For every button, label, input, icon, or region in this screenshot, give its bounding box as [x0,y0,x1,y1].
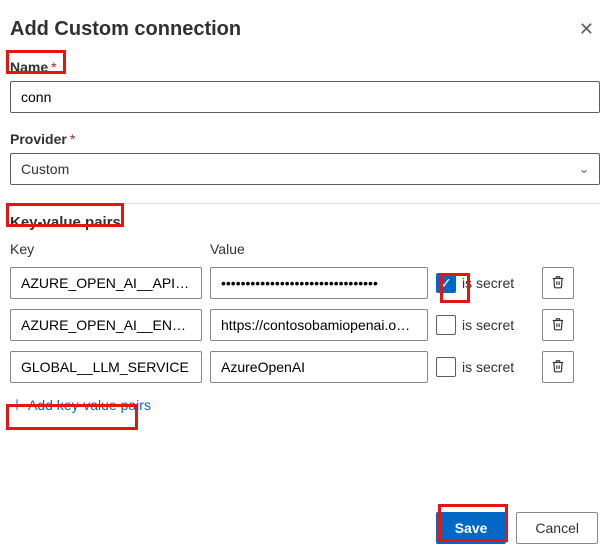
name-field-section: Name* [10,59,600,113]
close-button[interactable]: ✕ [573,18,600,40]
kv-value-input[interactable] [210,309,428,341]
trash-icon [551,275,565,292]
required-star-icon: * [70,131,75,147]
save-button[interactable]: Save [436,512,507,544]
name-label: Name [10,59,48,75]
kv-row: is secret [10,309,600,341]
kv-value-header: Value [210,241,428,257]
kv-delete-button[interactable] [542,351,574,383]
kv-secret-cell: is secret [436,357,534,377]
kv-key-input[interactable] [10,351,202,383]
kv-delete-button[interactable] [542,309,574,341]
kv-section: Key-value pairs Key Value ✓ is secret is s… [10,214,600,415]
trash-icon [551,317,565,334]
name-input[interactable] [10,81,600,113]
kv-key-input[interactable] [10,309,202,341]
kv-key-input[interactable] [10,267,202,299]
provider-selected-value: Custom [21,161,69,177]
divider [10,203,600,204]
kv-section-title: Key-value pairs [10,214,121,231]
provider-select[interactable]: Custom ⌄ [10,153,600,185]
kv-secret-label: is secret [462,275,514,291]
kv-secret-checkbox[interactable] [436,357,456,377]
kv-delete-button[interactable] [542,267,574,299]
add-kv-button[interactable]: ＋ Add key-value pairs [10,395,151,415]
provider-field-section: Provider* Custom ⌄ [10,131,600,185]
kv-secret-cell: ✓ is secret [436,273,534,293]
required-star-icon: * [51,59,56,75]
kv-secret-checkbox[interactable] [436,315,456,335]
cancel-button[interactable]: Cancel [516,512,598,544]
provider-label: Provider [10,131,67,147]
add-kv-label: Add key-value pairs [28,397,151,413]
kv-secret-checkbox[interactable]: ✓ [436,273,456,293]
close-icon: ✕ [579,19,594,39]
chevron-down-icon: ⌄ [579,162,589,176]
kv-rows-container: ✓ is secret is secret is secret [10,267,600,383]
dialog-footer: Save Cancel [436,512,598,544]
check-icon: ✓ [440,275,452,292]
dialog-header: Add Custom connection ✕ [10,18,600,41]
kv-secret-label: is secret [462,317,514,333]
kv-value-input[interactable] [210,267,428,299]
kv-key-header: Key [10,241,202,257]
kv-header-row: Key Value [10,241,600,257]
kv-secret-label: is secret [462,359,514,375]
plus-icon: ＋ [10,395,24,415]
kv-row: ✓ is secret [10,267,600,299]
kv-value-input[interactable] [210,351,428,383]
dialog-title: Add Custom connection [10,18,241,41]
trash-icon [551,359,565,376]
kv-secret-cell: is secret [436,315,534,335]
kv-row: is secret [10,351,600,383]
